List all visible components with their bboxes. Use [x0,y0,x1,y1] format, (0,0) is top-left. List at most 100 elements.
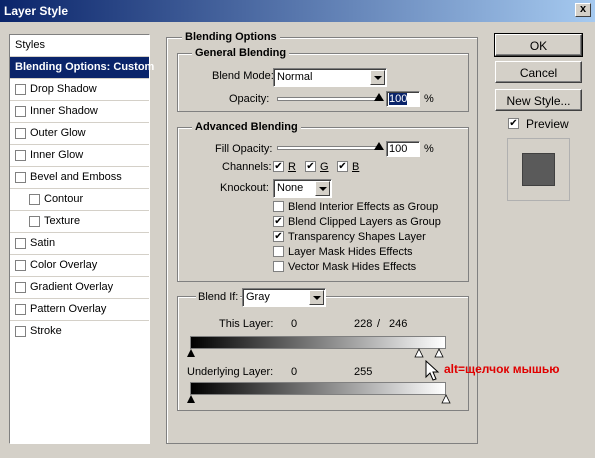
style-item-label: Pattern Overlay [30,303,107,315]
style-item-label: Color Overlay [30,259,98,271]
close-button[interactable]: x [575,3,591,17]
blend-if-select[interactable]: Gray [242,288,326,307]
option-vector-mask-hides-effectscheckbox[interactable] [273,261,284,272]
channel-b-checkbox[interactable]: ✔ [337,161,348,172]
option-label: Transparency Shapes Layer [288,231,426,243]
style-item-checkbox[interactable] [15,304,26,315]
style-item-label: Drop Shadow [30,83,97,95]
this-layer-low: 0 [291,318,298,330]
underlying-layer-label: Underlying Layer: [187,366,274,378]
chevron-down-icon[interactable] [309,290,324,305]
blend-mode-select[interactable]: Normal [273,68,387,87]
style-item-drop-shadow[interactable]: Drop Shadow [10,79,149,101]
style-item-checkbox[interactable] [15,128,26,139]
channel-g-label: G [320,161,329,173]
opacity-unit: % [424,93,434,105]
style-item-checkbox[interactable] [15,84,26,95]
alt-click-annotation: alt=щелчок мышью [444,362,560,376]
window-titlebar: Layer Style x [0,0,595,22]
style-item-styles[interactable]: Styles [10,35,149,57]
blend-mode-label: Blend Mode: [212,70,274,82]
style-item-satin[interactable]: Satin [10,233,149,255]
window-title: Layer Style [4,4,69,18]
option-label: Layer Mask Hides Effects [288,246,413,258]
style-item-label: Bevel and Emboss [30,171,122,183]
option-blend-clipped-layers-as-groupcheckbox[interactable]: ✔ [273,216,284,227]
this-layer-black-marker[interactable] [187,349,195,357]
option-blend-interior-effects-as-groupcheckbox[interactable] [273,201,284,212]
style-item-checkbox[interactable] [15,282,26,293]
option-transparency-shapes-layercheckbox[interactable]: ✔ [273,231,284,242]
this-layer-white-marker-right[interactable] [434,348,444,358]
chevron-down-icon[interactable] [315,181,330,196]
style-item-checkbox[interactable] [29,194,40,205]
style-item-pattern-overlay[interactable]: Pattern Overlay [10,299,149,321]
style-item-checkbox[interactable] [15,150,26,161]
style-item-inner-shadow[interactable]: Inner Shadow [10,101,149,123]
channel-b-label: B [352,161,360,173]
style-item-checkbox[interactable] [15,106,26,117]
blend-if-label: Blend If: [196,291,241,303]
this-layer-high-split: 246 [389,318,408,330]
channel-r-checkbox[interactable]: ✔ [273,161,284,172]
option-label: Blend Clipped Layers as Group [288,216,441,228]
style-item-checkbox[interactable] [15,172,26,183]
style-item-label: Outer Glow [30,127,86,139]
knockout-value: None [277,182,304,194]
style-preview [507,138,570,201]
underlying-white-marker[interactable] [441,394,451,404]
preview-checkbox[interactable]: ✔ [508,118,519,129]
styles-list: Styles Blending Options: Custom Drop Shado… [9,34,154,444]
fill-opacity-slider-track[interactable] [277,146,379,150]
style-item-label: Inner Shadow [30,105,98,117]
fill-opacity-input[interactable]: 100 [386,141,420,157]
style-item-checkbox[interactable] [15,238,26,249]
style-item-label: Blending Options: Custom [15,61,155,73]
style-item-inner-glow[interactable]: Inner Glow [10,145,149,167]
this-layer-label: This Layer: [219,318,274,330]
style-item-label: Contour [44,193,84,205]
style-item-color-overlay[interactable]: Color Overlay [10,255,149,277]
general-blending-title: General Blending [192,47,290,59]
option-label: Blend Interior Effects as Group [288,201,439,213]
mouse-cursor-icon [425,360,440,381]
style-item-bevel-and-emboss[interactable]: Bevel and Emboss [10,167,149,189]
this-layer-separator: / [377,318,381,330]
opacity-slider-track[interactable] [277,97,379,101]
option-label: Vector Mask Hides Effects [288,261,417,273]
blending-options-title: Blending Options [182,31,280,43]
close-icon: x [579,3,587,15]
style-item-blending-options-custom[interactable]: Blending Options: Custom [10,57,154,79]
ok-button[interactable]: OK [494,33,583,57]
checkmark-icon: ✔ [509,118,518,129]
style-item-stroke[interactable]: Stroke [10,321,149,343]
style-item-outer-glow[interactable]: Outer Glow [10,123,149,145]
underlying-black-marker[interactable] [187,395,195,403]
opacity-label: Opacity: [229,93,270,105]
channel-r-label: R [288,161,296,173]
style-item-gradient-overlay[interactable]: Gradient Overlay [10,277,149,299]
channels-label: Channels: [222,161,272,173]
style-item-label: Texture [44,215,81,227]
opacity-input[interactable]: 100 [386,91,420,107]
style-item-checkbox[interactable] [15,326,26,337]
option-layer-mask-hides-effectscheckbox[interactable] [273,246,284,257]
cancel-button[interactable]: Cancel [495,61,582,83]
blend-if-value: Gray [246,291,270,303]
fill-opacity-slider-thumb[interactable] [374,142,384,150]
this-layer-markers [187,348,444,358]
fill-opacity-label: Fill Opacity: [215,143,273,155]
style-item-texture[interactable]: Texture [10,211,149,233]
underlying-layer-high: 255 [354,366,373,378]
style-item-checkbox[interactable] [29,216,40,227]
style-item-checkbox[interactable] [15,260,26,271]
style-item-contour[interactable]: Contour [10,189,149,211]
channel-g-checkbox[interactable]: ✔ [305,161,316,172]
this-layer-high: 228 [354,318,373,330]
new-style-button[interactable]: New Style... [495,89,582,111]
knockout-select[interactable]: None [273,179,332,198]
chevron-down-icon[interactable] [370,70,385,85]
style-item-label: Gradient Overlay [30,281,114,293]
this-layer-white-marker-left[interactable] [414,348,424,358]
opacity-slider-thumb[interactable] [374,93,384,101]
